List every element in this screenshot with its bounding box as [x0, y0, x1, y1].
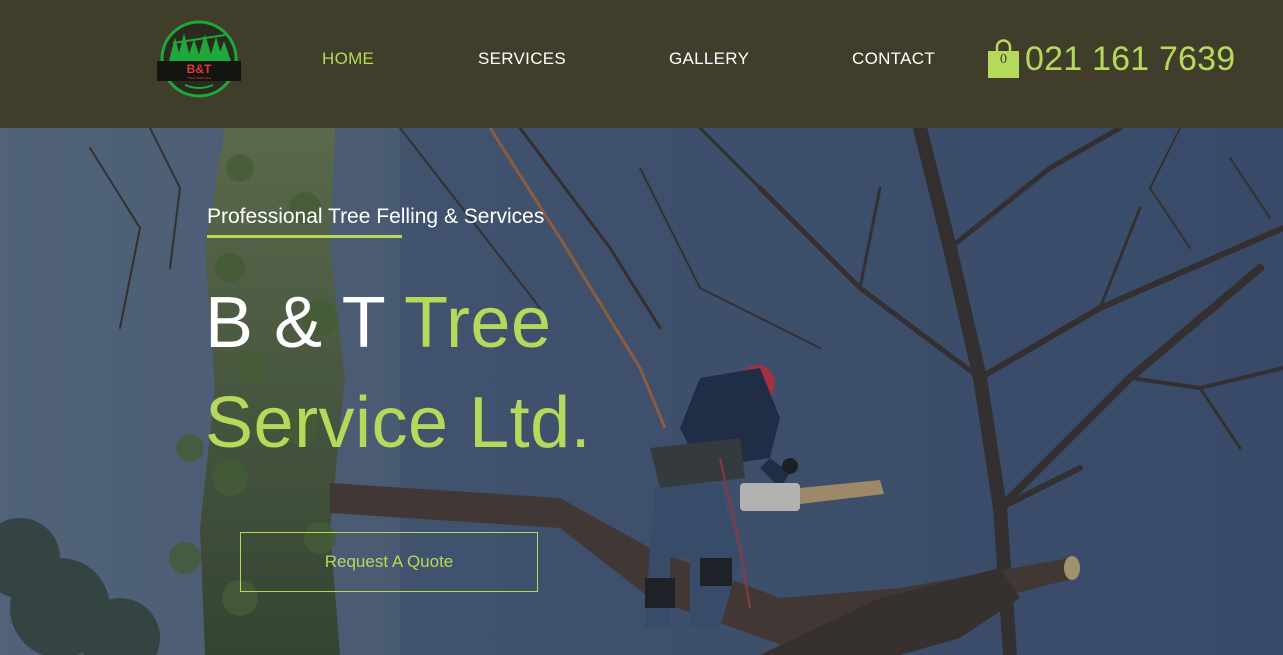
request-quote-button[interactable]: Request A Quote [240, 532, 538, 592]
nav-services[interactable]: SERVICES [478, 49, 566, 69]
nav-home[interactable]: HOME [322, 49, 374, 69]
site-header: B&T TREE SERVICES HOME SERVICES GALLERY … [0, 0, 1283, 128]
hero-title-line-2: Service Ltd. [205, 383, 591, 463]
hero-title-accent-2: Service Ltd. [205, 383, 592, 463]
hero-background-image [0, 128, 1283, 655]
logo-text: B&T [187, 62, 212, 76]
hero-tagline: Professional Tree Felling & Services [207, 205, 545, 228]
svg-text:TREE SERVICES: TREE SERVICES [187, 76, 211, 80]
hero-title-accent: Tree [404, 283, 552, 363]
tagline-underline [207, 235, 402, 238]
nav-gallery[interactable]: GALLERY [669, 49, 749, 69]
phone-number[interactable]: 021 161 7639 [1025, 40, 1235, 79]
nav-contact[interactable]: CONTACT [852, 49, 935, 69]
hero-section [0, 128, 1283, 655]
company-logo[interactable]: B&T TREE SERVICES [155, 19, 243, 99]
hero-title-line-1: B & T Tree [205, 283, 552, 363]
cart-button[interactable]: 0 [987, 39, 1020, 79]
cart-count: 0 [1000, 52, 1007, 67]
hero-title-white: B & T [205, 283, 405, 363]
